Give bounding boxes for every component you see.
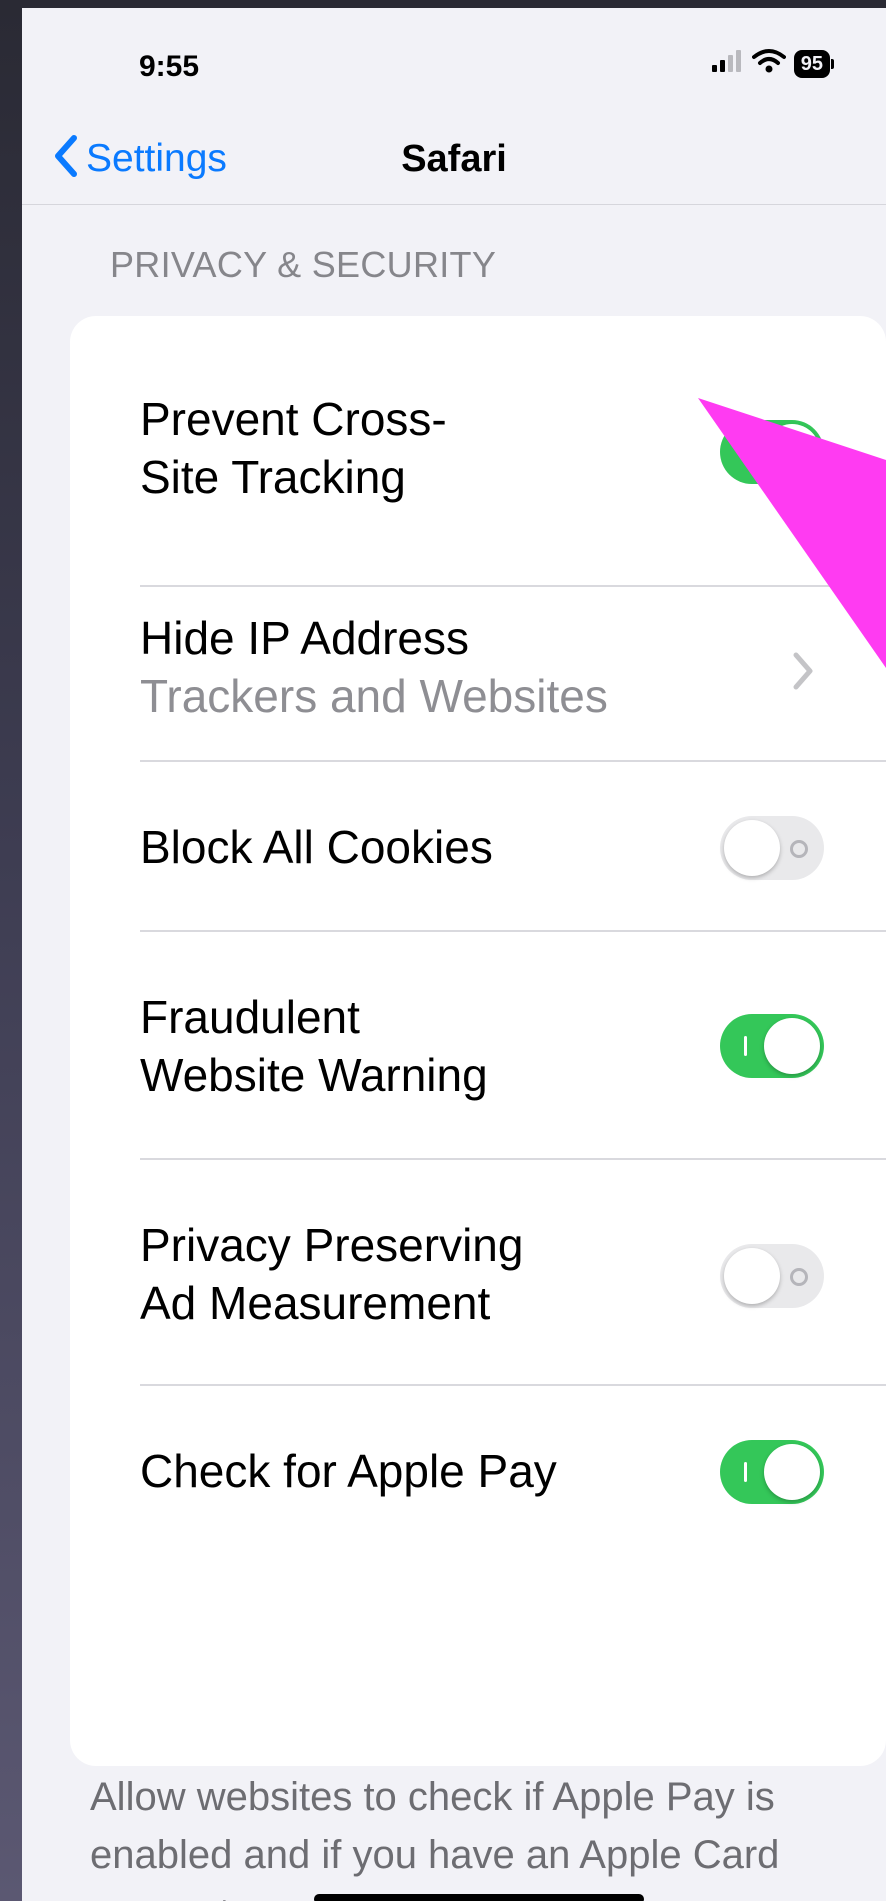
annotation-arrow-icon <box>698 398 886 668</box>
row-label-line2: Ad Measurement <box>140 1277 491 1329</box>
toggle-on-mark <box>744 1462 747 1482</box>
row-label-line1: Fraudulent <box>140 991 360 1043</box>
row-label-line2: Website Warning <box>140 1049 488 1101</box>
footer-description: Allow websites to check if Apple Pay is … <box>90 1775 780 1901</box>
fraudulent-website-warning-toggle[interactable] <box>720 1014 824 1078</box>
toggle-knob <box>724 1248 780 1304</box>
row-label: Fraudulent Website Warning <box>140 988 488 1104</box>
check-for-apple-pay-toggle[interactable] <box>720 1440 824 1504</box>
row-privacy-preserving-ad-measurement: Privacy Preserving Ad Measurement <box>70 1160 886 1386</box>
toggle-off-mark <box>790 1268 808 1286</box>
home-indicator <box>314 1894 644 1901</box>
toggle-knob <box>764 1018 820 1074</box>
row-label: Privacy Preserving Ad Measurement <box>140 1216 523 1332</box>
row-label: Check for Apple Pay <box>140 1445 557 1497</box>
row-check-for-apple-pay: Check for Apple Pay <box>70 1386 886 1576</box>
phone-screen: 9:55 95 Settings Safari PRIVACY & SECURI… <box>22 8 886 1901</box>
row-label-line1: Privacy Preserving <box>140 1219 524 1271</box>
row-fraudulent-website-warning: Fraudulent Website Warning <box>70 932 886 1160</box>
toggle-on-mark <box>744 1036 747 1056</box>
privacy-preserving-ad-measurement-toggle[interactable] <box>720 1244 824 1308</box>
toggle-knob <box>764 1444 820 1500</box>
